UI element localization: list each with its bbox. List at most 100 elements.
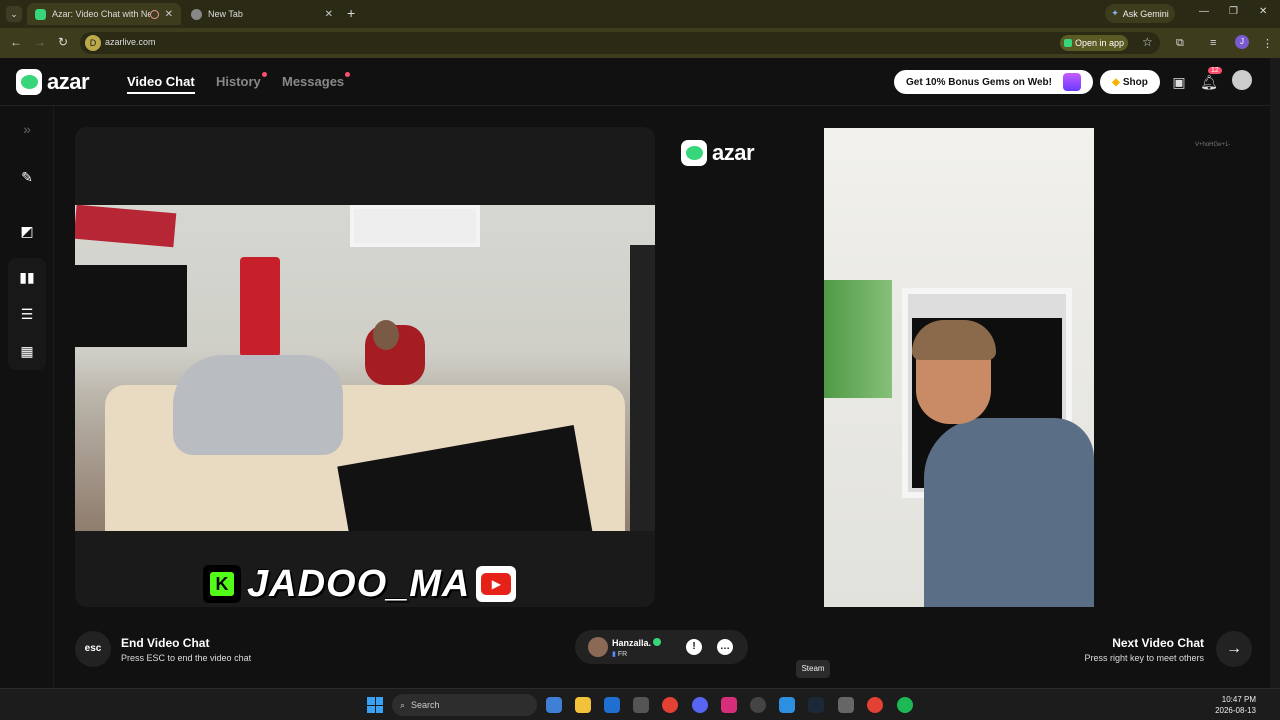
app-icon	[1063, 39, 1072, 47]
app-icon[interactable]	[750, 697, 766, 713]
end-video-chat-control[interactable]: esc End Video Chat Press ESC to end the …	[75, 631, 251, 667]
windows-start-icon[interactable]	[367, 697, 383, 713]
site-header: azar Video Chat History Messages Get 10%…	[0, 58, 1270, 106]
forward-icon[interactable]: →	[34, 35, 46, 49]
layout-stacked-icon[interactable]: ☰	[10, 299, 44, 329]
search-label: Search	[411, 700, 440, 710]
reload-icon[interactable]: ↻	[58, 35, 68, 49]
tab-azar[interactable]: Azar: Video Chat with New ✕	[27, 3, 181, 25]
gem-icon: ◆	[1112, 76, 1120, 88]
messages-notification-dot	[345, 72, 351, 77]
reading-list-icon[interactable]: ≡	[1210, 37, 1216, 49]
azar-logo[interactable]: azar	[16, 69, 90, 95]
restore-button[interactable]: ❐	[1229, 6, 1238, 17]
user-avatar[interactable]	[1232, 70, 1252, 90]
address-bar[interactable]: D azarlive.com Open in app ☆	[80, 32, 1160, 54]
nav-video-chat[interactable]: Video Chat	[127, 74, 195, 94]
end-chat-hint: Press ESC to end the video chat	[121, 652, 252, 663]
expand-sidebar-icon[interactable]: »	[10, 114, 44, 144]
taskbar-search[interactable]: ⌕ Search	[392, 694, 537, 716]
magic-wand-icon[interactable]: ✎	[10, 162, 44, 192]
chrome-menu-icon[interactable]: ⋮	[1262, 37, 1273, 50]
youtube-logo-icon: ▶	[476, 566, 517, 602]
extensions-icon[interactable]: ⧉	[1176, 37, 1184, 50]
back-icon[interactable]: ←	[10, 35, 22, 49]
video-chat-area: K JADOO_MA ▶ azar V+hoHGe+1- esc End Vid…	[54, 106, 1270, 688]
bookmark-star-icon[interactable]: ☆	[1142, 35, 1153, 49]
my-camera-image	[75, 205, 655, 531]
layout-switcher: ▮▮ ☰ ▦	[8, 258, 46, 370]
tab-search-button[interactable]: ⌄	[6, 6, 22, 22]
promo-label: Get 10% Bonus Gems on Web!	[906, 76, 1052, 88]
browser-tab-strip: ⌄ Azar: Video Chat with New ✕ New Tab ✕ …	[0, 0, 1280, 28]
chat-bubble-icon[interactable]: …	[717, 639, 733, 655]
layout-side-by-side-icon[interactable]: ▮▮	[10, 262, 44, 292]
new-tab-button[interactable]: +	[347, 5, 355, 21]
recording-icon	[149, 9, 159, 19]
open-in-app-label: Open in app	[1074, 38, 1125, 48]
nav-messages[interactable]: Messages	[282, 72, 351, 89]
ask-gemini-button[interactable]: ✦ Ask Gemini	[1105, 4, 1175, 23]
kick-logo-icon: K	[203, 565, 241, 603]
chrome-icon[interactable]	[662, 697, 678, 713]
minimize-button[interactable]: —	[1199, 6, 1209, 17]
tab-title: New Tab	[208, 9, 243, 19]
partner-country: ▮ FR	[612, 651, 628, 658]
windows-taskbar: ⌕ Search 10:47 PM 2026-08-13	[0, 688, 1280, 720]
outlook-icon[interactable]	[604, 697, 620, 713]
azar-favicon-icon	[35, 8, 46, 20]
esc-button[interactable]: esc	[75, 631, 111, 667]
shop-button[interactable]: ◆ Shop	[1100, 70, 1160, 94]
report-icon[interactable]: !	[686, 639, 702, 655]
store-icon[interactable]	[633, 697, 649, 713]
history-notification-dot	[261, 72, 267, 77]
steam-icon[interactable]	[808, 697, 824, 713]
clock-time: 10:47 PM	[1221, 695, 1256, 704]
site-info-icon[interactable]: D	[85, 35, 101, 51]
system-clock[interactable]: 10:47 PM 2026-08-13	[1215, 694, 1256, 716]
bell-icon[interactable]: 🔔︎	[1200, 74, 1218, 90]
notification-badge: 12	[1208, 67, 1222, 74]
azar-logo-icon	[681, 140, 707, 166]
left-sidebar: » ✎ ◩ ▮▮ ☰ ▦	[0, 106, 54, 688]
next-arrow-icon[interactable]: →	[1216, 631, 1252, 667]
bonus-gems-promo-button[interactable]: Get 10% Bonus Gems on Web!	[894, 70, 1093, 94]
spotify-icon[interactable]	[897, 697, 913, 713]
nav-history[interactable]: History	[216, 72, 267, 89]
edit-layout-icon[interactable]: ◩	[10, 216, 44, 246]
page-scrollbar[interactable]	[1270, 58, 1280, 688]
streamer-name: JADOO_MA	[247, 562, 471, 605]
logo-text: azar	[47, 69, 90, 94]
open-in-app-button[interactable]: Open in app	[1060, 35, 1128, 51]
ask-gemini-label: Ask Gemini	[1122, 8, 1169, 19]
streamer-overlay: K JADOO_MA ▶	[203, 562, 517, 605]
inbox-icon[interactable]: ▣	[1170, 74, 1188, 90]
photos-icon[interactable]	[546, 697, 562, 713]
partner-name: Hanzalla.	[612, 638, 652, 648]
file-explorer-icon[interactable]	[575, 697, 591, 713]
close-window-button[interactable]: ✕	[1259, 6, 1267, 17]
gift-icon	[1063, 73, 1081, 91]
browser-toolbar: ← → ↻ D azarlive.com Open in app ☆ ⧉ ≡ J…	[0, 28, 1280, 58]
chrome-favicon-icon	[191, 8, 202, 20]
my-video-feed: K JADOO_MA ▶	[75, 127, 655, 607]
instagram-icon[interactable]	[721, 697, 737, 713]
chrome-icon[interactable]	[867, 697, 883, 713]
nav-video-chat-label: Video Chat	[127, 74, 195, 89]
tab-close-icon[interactable]: ✕	[325, 9, 333, 20]
partner-avatar[interactable]	[588, 637, 608, 657]
search-icon: ⌕	[400, 699, 406, 710]
partner-info-bar: Hanzalla. ▮ FR ! …	[575, 630, 748, 664]
clock-date: 2026-08-13	[1215, 706, 1256, 715]
azar-logo-icon	[16, 69, 42, 95]
profile-avatar[interactable]: J	[1235, 35, 1249, 49]
steam-tooltip: Steam	[796, 660, 830, 678]
app-icon[interactable]	[779, 697, 795, 713]
layout-grid-icon[interactable]: ▦	[10, 336, 44, 366]
discord-icon[interactable]	[692, 697, 708, 713]
app-icon[interactable]	[838, 697, 854, 713]
url-text: azarlive.com	[105, 37, 156, 47]
next-video-chat-control[interactable]: Next Video Chat Press right key to meet …	[1084, 631, 1252, 667]
tab-close-icon[interactable]: ✕	[165, 9, 173, 20]
tab-new-tab[interactable]: New Tab ✕	[183, 3, 341, 25]
